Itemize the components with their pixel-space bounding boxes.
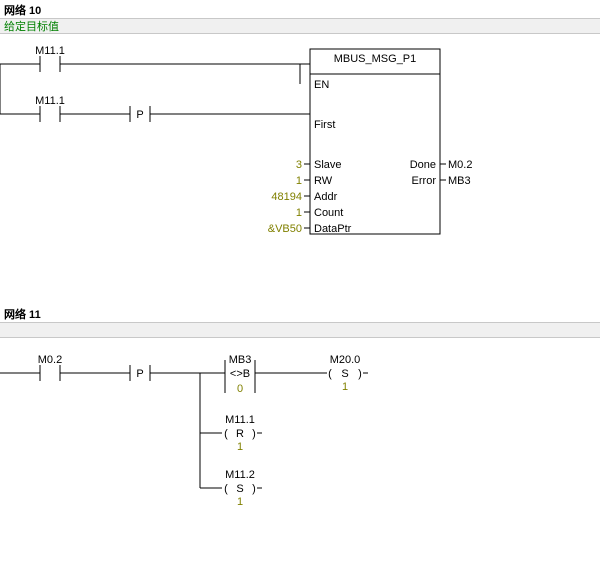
cmp-label: MB3 (229, 354, 252, 366)
coil-s2-label: M11.2 (225, 469, 255, 481)
compare-mb3[interactable]: MB3 <>B 0 (225, 354, 255, 395)
rung-11: M0.2 P MB3 <>B 0 (0, 338, 600, 548)
val-rw: 1 (296, 175, 302, 187)
svg-text:(: ( (328, 368, 332, 380)
coil-s-m20[interactable]: M20.0 ( S ) 1 (322, 354, 368, 393)
svg-text:): ) (252, 428, 256, 440)
val-done: M0.2 (448, 159, 472, 171)
pin-en: EN (314, 79, 329, 91)
coil-r-label: M11.1 (225, 414, 255, 426)
pin-count: Count (314, 207, 343, 219)
coil-r-m111[interactable]: M11.1 ( R ) 1 (224, 414, 262, 453)
contact-en-label: M11.1 (35, 45, 65, 57)
coil-r-count: 1 (237, 441, 243, 453)
coil-s-m20-count: 1 (342, 381, 348, 393)
network-comment[interactable] (0, 322, 600, 338)
coil-s-m20-type: S (341, 368, 348, 380)
svg-text:): ) (252, 483, 256, 495)
svg-text:): ) (358, 368, 362, 380)
edge-p[interactable]: P (130, 106, 150, 122)
coil-s2-type: S (236, 483, 243, 495)
val-slave: 3 (296, 159, 302, 171)
pin-addr: Addr (314, 191, 338, 203)
fb-name: MBUS_MSG_P1 (334, 53, 417, 65)
pin-done: Done (410, 159, 436, 171)
contact-m02[interactable]: M0.2 (38, 354, 62, 381)
coil-s-m20-label: M20.0 (330, 354, 361, 366)
cmp-op: <>B (230, 368, 250, 380)
network-title: 网络 11 (0, 304, 600, 322)
network-title: 网络 10 (0, 0, 600, 18)
fb-mbus-msg[interactable]: MBUS_MSG_P1 EN First Slave RW Addr Count… (268, 49, 473, 235)
network-comment[interactable]: 给定目标值 (0, 18, 600, 34)
svg-text:(: ( (224, 483, 228, 495)
coil-s2-count: 1 (237, 496, 243, 508)
val-addr: 48194 (271, 191, 302, 203)
pin-rw: RW (314, 175, 333, 187)
pin-first: First (314, 119, 335, 131)
cmp-val: 0 (237, 383, 243, 395)
coil-r-type: R (236, 428, 244, 440)
val-dp: &VB50 (268, 223, 302, 235)
contact-first-label: M11.1 (35, 95, 65, 107)
contact-m02-label: M0.2 (38, 354, 62, 366)
coil-s-m112[interactable]: M11.2 ( S ) 1 (224, 469, 262, 508)
val-error: MB3 (448, 175, 471, 187)
val-count: 1 (296, 207, 302, 219)
pin-error: Error (412, 175, 437, 187)
edge-p-2[interactable]: P (130, 365, 150, 381)
pin-dp: DataPtr (314, 223, 352, 235)
edge-p-label: P (136, 109, 143, 121)
contact-en[interactable]: M11.1 (35, 45, 65, 72)
svg-text:(: ( (224, 428, 228, 440)
rung-10: M11.1 M11.1 P (0, 34, 600, 274)
contact-first[interactable]: M11.1 (35, 95, 65, 122)
pin-slave: Slave (314, 159, 342, 171)
edge-p-2-label: P (136, 368, 143, 380)
